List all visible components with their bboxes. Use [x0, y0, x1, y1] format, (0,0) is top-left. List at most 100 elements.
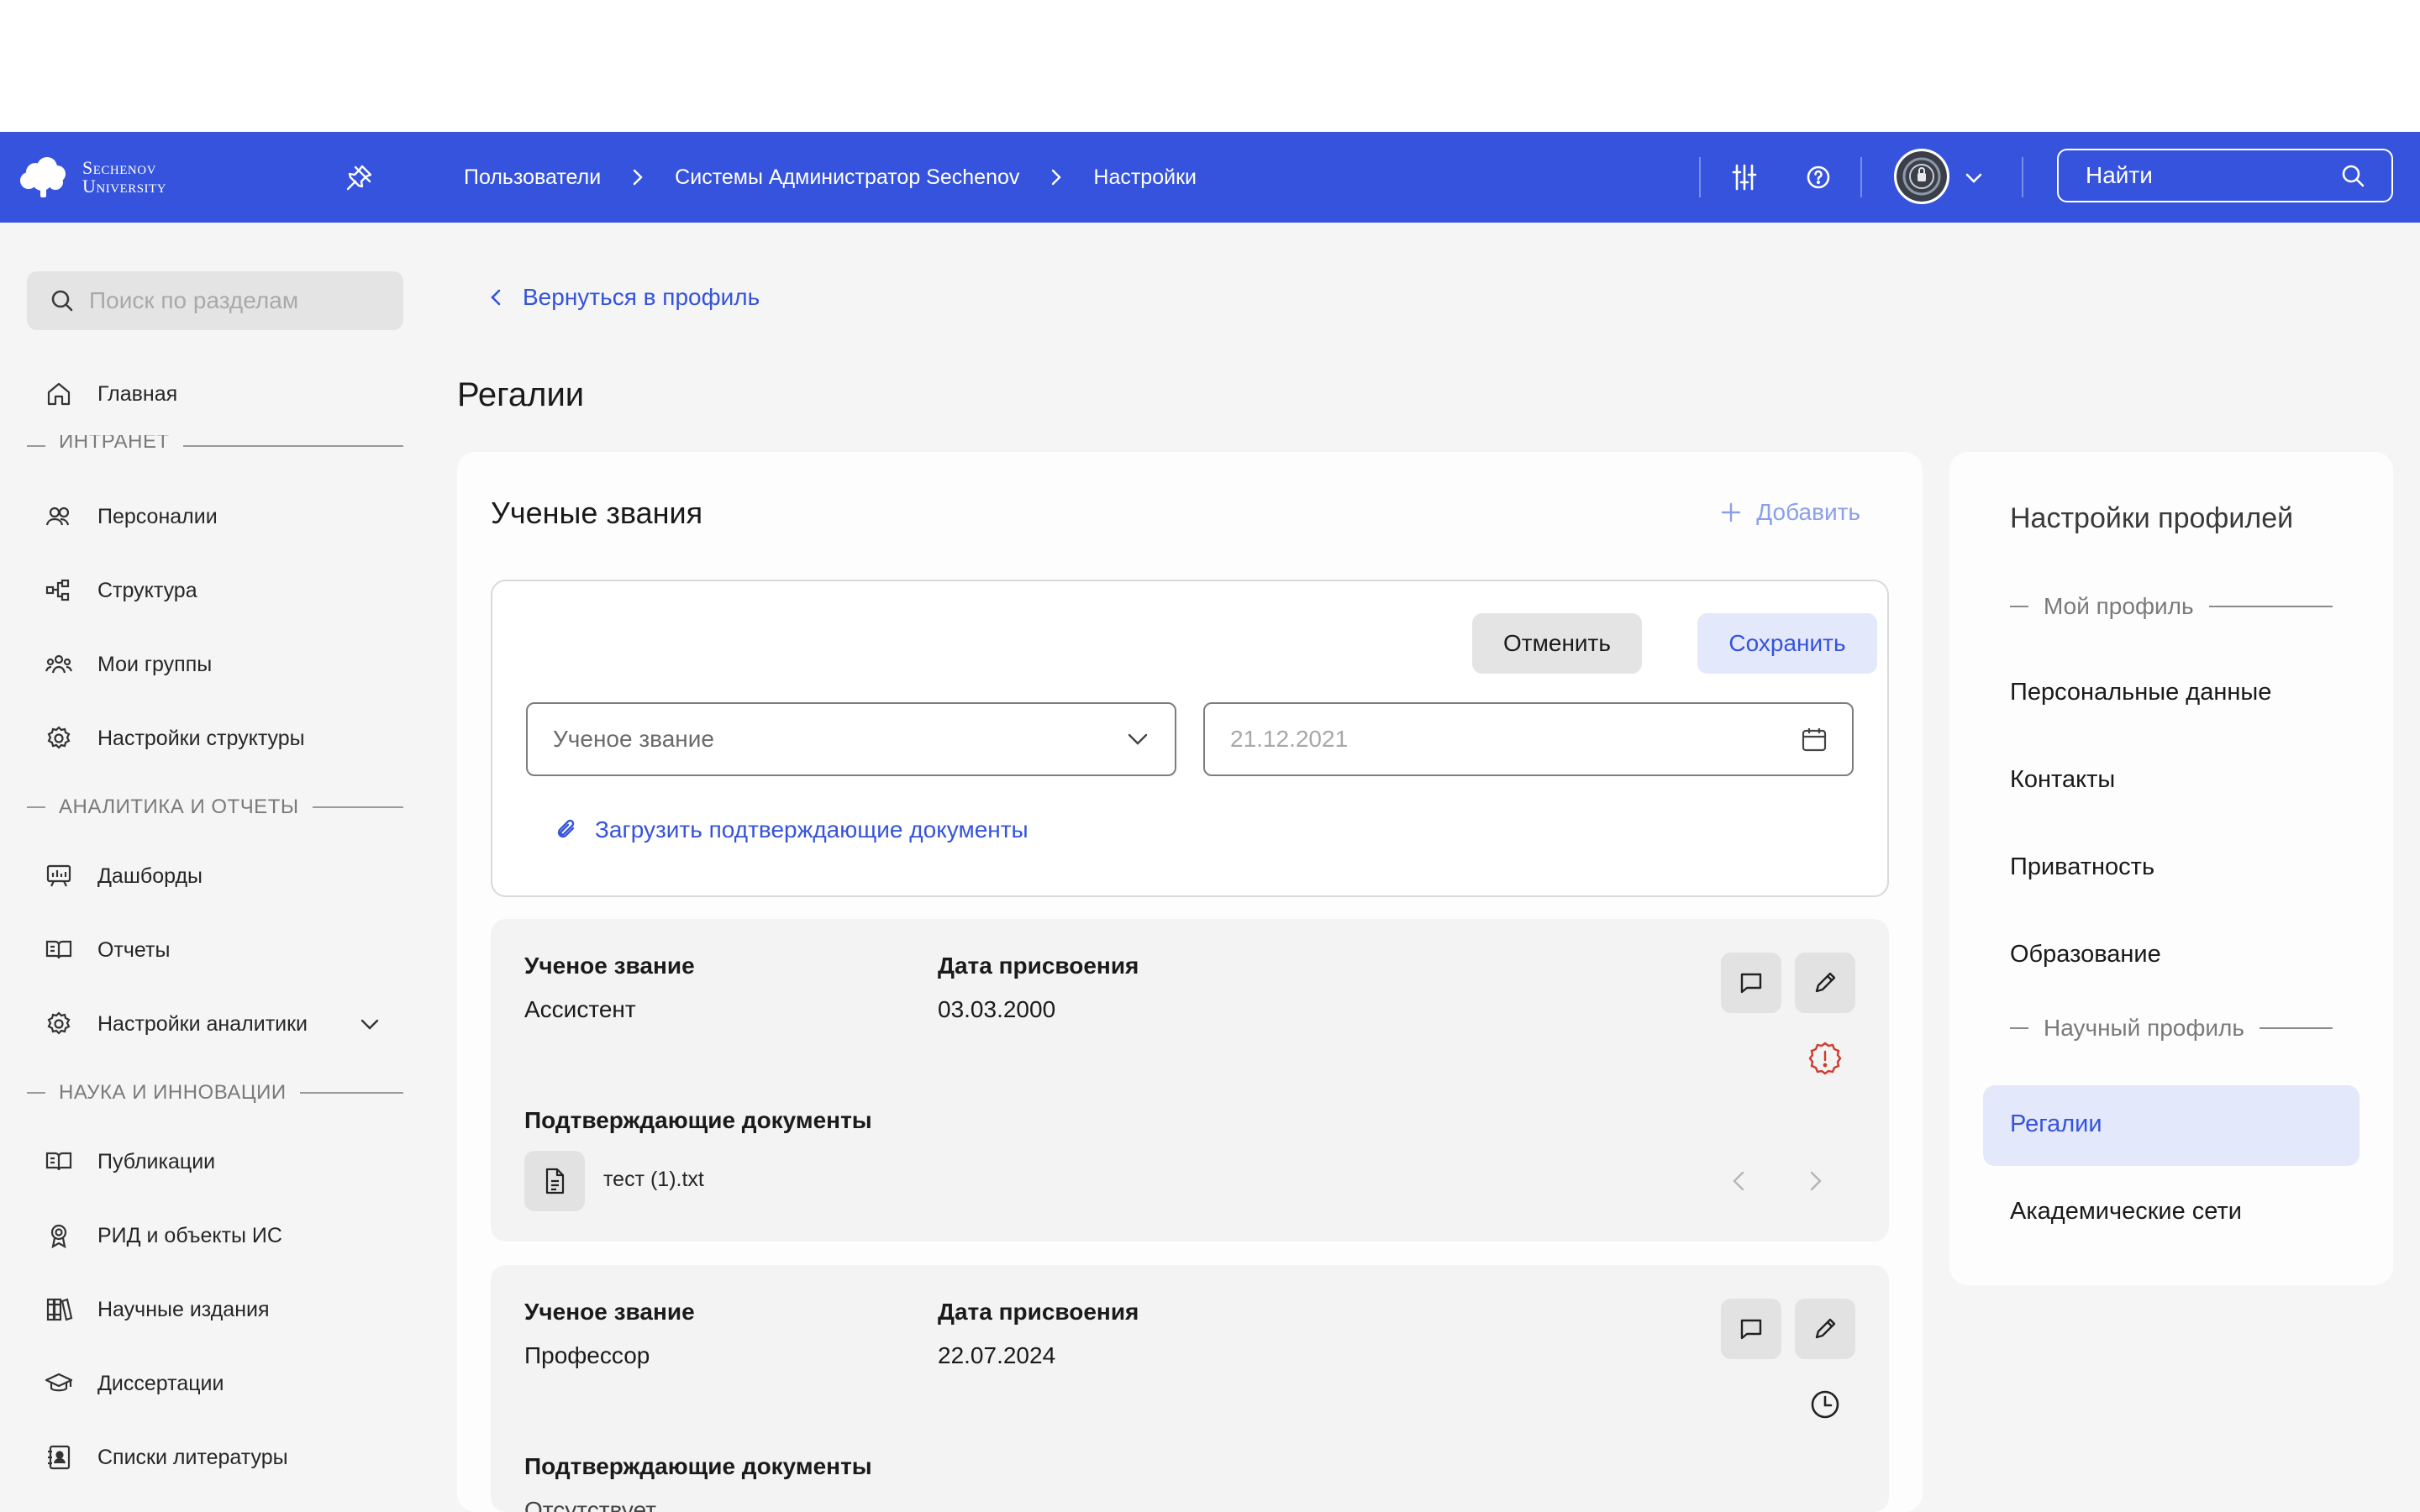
entry-date-value: 03.03.2000	[938, 996, 1056, 1022]
edit-button[interactable]	[1795, 953, 1855, 1013]
sidebar-item-structure-settings[interactable]: Настройки структуры	[44, 720, 305, 757]
edit-button[interactable]	[1795, 1299, 1855, 1359]
award-icon	[50, 1224, 67, 1249]
gear-icon	[47, 726, 71, 749]
section-title: ИНТРАНЕТ	[59, 435, 170, 453]
search-icon	[51, 290, 73, 312]
back-to-profile-link[interactable]: Вернуться в профиль	[486, 284, 760, 311]
paperclip-icon	[557, 819, 575, 838]
breadcrumb: Пользователи Системы Администратор Seche…	[464, 132, 1197, 223]
logo-tree-icon	[20, 157, 66, 197]
panel-item-education[interactable]: Образование	[2010, 941, 2161, 969]
academic-titles-card: Ученые звания Добавить Отменить Сохранит…	[457, 452, 1923, 1512]
sidebar-item-ip-objects[interactable]: РИД и объекты ИС	[44, 1217, 282, 1254]
sidebar-item-bibliography[interactable]: Списки литературы	[44, 1439, 288, 1476]
chevron-down-icon[interactable]	[1961, 165, 1986, 191]
sidebar-item-label: Персоналии	[97, 504, 218, 528]
logo-line-2: University	[82, 176, 167, 197]
university-logo[interactable]: Sechenov University	[17, 155, 166, 199]
sidebar-section-science: НАУКА И ИННОВАЦИИ	[27, 1081, 403, 1105]
sidebar-item-label: РИД и объекты ИС	[97, 1223, 282, 1247]
unpin-icon[interactable]	[345, 162, 375, 192]
sidebar-item-home[interactable]: Главная	[44, 375, 177, 412]
panel-item-regalia[interactable]: Регалии	[2010, 1110, 2102, 1138]
cancel-button[interactable]: Отменить	[1472, 613, 1642, 674]
sidebar-item-label: Научные издания	[97, 1297, 270, 1321]
sidebar-section-intranet: ИНТРАНЕТ	[27, 435, 403, 457]
chevron-right-icon	[633, 169, 643, 186]
sidebar-item-dissertations[interactable]: Диссертации	[44, 1365, 224, 1402]
group-icon	[45, 654, 73, 674]
breadcrumb-settings[interactable]: Настройки	[1093, 165, 1197, 190]
profile-settings-panel: Настройки профилей Мой профиль Персональ…	[1949, 452, 2393, 1285]
section-search-input[interactable]: Поиск по разделам	[27, 271, 403, 330]
help-icon[interactable]	[1802, 160, 1835, 194]
sidebar-item-reports[interactable]: Отчеты	[44, 932, 170, 969]
document-tile[interactable]	[524, 1151, 585, 1211]
panel-item-academic-networks[interactable]: Академические сети	[2010, 1198, 2242, 1226]
sidebar-item-dashboards[interactable]: Дашборды	[44, 858, 203, 895]
add-button[interactable]: Добавить	[1719, 499, 1860, 526]
page-title: Регалии	[457, 376, 585, 413]
comment-icon	[1740, 973, 1762, 994]
upload-documents-label: Загрузить подтверждающие документы	[595, 816, 1028, 843]
back-link-label: Вернуться в профиль	[523, 284, 760, 310]
home-icon	[47, 382, 71, 406]
document-name[interactable]: тест (1).txt	[603, 1168, 704, 1192]
comment-icon	[1740, 1319, 1762, 1340]
sidebar-item-label: Главная	[97, 381, 178, 406]
academic-title-select[interactable]: Ученое звание	[526, 702, 1176, 776]
upload-documents-link[interactable]: Загрузить подтверждающие документы	[555, 816, 1028, 843]
sidebar-item-label: Списки литературы	[97, 1445, 288, 1469]
academic-title-entry: Ученое звание Профессор Дата присвоения …	[491, 1265, 1889, 1512]
sidebar-section-analytics: АНАЛИТИКА И ОТЧЕТЫ	[27, 795, 403, 819]
global-search-placeholder: Найти	[2086, 162, 2153, 188]
sidebar-item-label: Диссертации	[97, 1371, 224, 1395]
sidebar-item-persons[interactable]: Персоналии	[44, 498, 218, 535]
comment-button[interactable]	[1721, 1299, 1781, 1359]
pencil-icon	[1815, 1318, 1836, 1339]
contacts-book-icon	[48, 1445, 71, 1470]
card-title: Ученые звания	[491, 496, 703, 530]
section-search-placeholder: Поиск по разделам	[89, 287, 299, 313]
sidebar-item-label: Структура	[97, 578, 197, 602]
sidebar-item-label: Настройки структуры	[97, 726, 305, 750]
breadcrumb-users[interactable]: Пользователи	[464, 165, 601, 190]
add-button-label: Добавить	[1756, 499, 1860, 525]
chevron-right-icon[interactable]	[1800, 1166, 1830, 1196]
alert-badge-icon	[1808, 1042, 1842, 1075]
academic-title-entry: Ученое звание Ассистент Дата присвоения …	[491, 919, 1889, 1242]
panel-title: Настройки профилей	[2010, 502, 2294, 534]
breadcrumb-systems[interactable]: Системы Администратор Sechenov	[675, 165, 1019, 190]
global-search-input[interactable]: Найти	[2057, 149, 2393, 202]
panel-section-title: Научный профиль	[2044, 1015, 2244, 1041]
panel-item-contacts[interactable]: Контакты	[2010, 766, 2115, 794]
chevron-left-icon[interactable]	[1724, 1166, 1754, 1196]
entry-title-value: Профессор	[524, 1342, 650, 1368]
header-divider	[1699, 157, 1701, 197]
panel-section-science-profile: Научный профиль	[2010, 1015, 2333, 1042]
entry-docs-label: Подтверждающие документы	[524, 1453, 872, 1479]
entry-docs-label: Подтверждающие документы	[524, 1107, 872, 1133]
filters-icon[interactable]	[1728, 160, 1761, 194]
sidebar-item-journals[interactable]: Научные издания	[44, 1291, 270, 1328]
panel-item-privacy[interactable]: Приватность	[2010, 853, 2154, 881]
header-divider	[2022, 157, 2023, 197]
sidebar-item-structure[interactable]: Структура	[44, 572, 197, 609]
search-icon[interactable]	[2339, 162, 2366, 189]
sidebar-item-analytics-settings[interactable]: Настройки аналитики	[44, 1005, 308, 1042]
panel-item-personal-data[interactable]: Персональные данные	[2010, 679, 2271, 706]
comment-button[interactable]	[1721, 953, 1781, 1013]
save-button[interactable]: Сохранить	[1697, 613, 1877, 674]
sidebar-item-publications[interactable]: Публикации	[44, 1143, 215, 1180]
book-open-icon	[45, 1152, 72, 1171]
calendar-icon[interactable]	[1800, 725, 1828, 753]
entry-date-value: 22.07.2024	[938, 1342, 1056, 1368]
book-open-icon	[45, 940, 72, 959]
pencil-icon	[1815, 972, 1836, 993]
date-input[interactable]: 21.12.2021	[1203, 702, 1854, 776]
chevron-left-icon	[491, 289, 501, 306]
chevron-down-icon[interactable]	[356, 1011, 383, 1037]
user-avatar[interactable]	[1894, 149, 1949, 204]
sidebar-item-my-groups[interactable]: Мои группы	[44, 646, 212, 683]
